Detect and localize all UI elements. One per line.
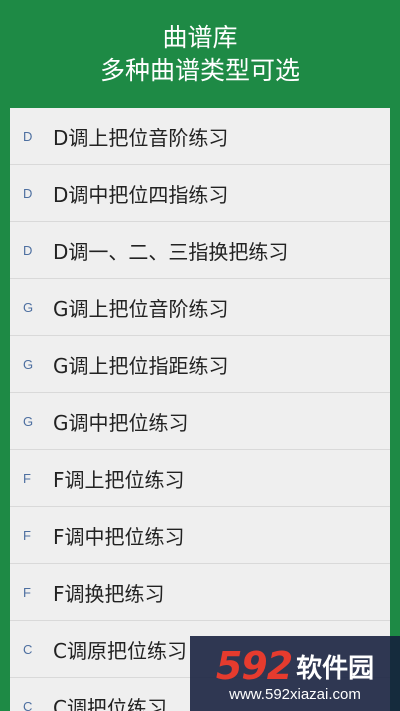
- item-title: G调上把位指距练习: [53, 353, 229, 378]
- key-label: F: [23, 470, 31, 486]
- item-title: F调上把位练习: [53, 467, 185, 492]
- key-label: C: [23, 698, 33, 711]
- item-title: D调上把位音阶练习: [53, 125, 229, 150]
- list-item[interactable]: D D调上把位音阶练习: [10, 108, 390, 165]
- item-title: D调一、二、三指换把练习: [53, 239, 289, 264]
- watermark-text: 软件园: [296, 653, 375, 684]
- watermark-logo: 592 软件园: [216, 644, 374, 688]
- key-label: G: [23, 356, 34, 372]
- list-item[interactable]: F F调上把位练习: [10, 450, 390, 507]
- item-title: F调中把位练习: [53, 524, 185, 549]
- item-title: G调中把位练习: [53, 410, 189, 435]
- item-title: C调把位练习: [53, 695, 167, 711]
- app-screen: 曲谱库 多种曲谱类型可选 D D调上把位音阶练习 D D调中把位四指练习 D D…: [0, 0, 400, 711]
- item-title: F调换把练习: [53, 581, 165, 606]
- watermark-url: www.592xiazai.com: [229, 686, 361, 703]
- header: 曲谱库 多种曲谱类型可选: [0, 0, 400, 108]
- list-item[interactable]: D D调中把位四指练习: [10, 165, 390, 222]
- key-label: D: [23, 242, 33, 258]
- key-label: F: [23, 584, 31, 600]
- list-item[interactable]: F F调换把练习: [10, 564, 390, 621]
- list-item[interactable]: G G调中把位练习: [10, 393, 390, 450]
- key-label: D: [23, 185, 33, 201]
- item-title: C调原把位练习: [53, 638, 187, 663]
- watermark-number: 592: [215, 644, 293, 688]
- page-subtitle: 多种曲谱类型可选: [99, 56, 300, 85]
- list-item[interactable]: G G调上把位指距练习: [10, 336, 390, 393]
- item-title: G调上把位音阶练习: [53, 296, 229, 321]
- list-item[interactable]: F F调中把位练习: [10, 507, 390, 564]
- item-title: D调中把位四指练习: [53, 182, 229, 207]
- key-label: C: [23, 641, 33, 657]
- key-label: D: [23, 128, 33, 144]
- score-list: D D调上把位音阶练习 D D调中把位四指练习 D D调一、二、三指换把练习 G…: [10, 108, 390, 711]
- list-item[interactable]: G G调上把位音阶练习: [10, 279, 390, 336]
- key-label: F: [23, 527, 31, 543]
- page-title: 曲谱库: [162, 23, 238, 52]
- list-item[interactable]: D D调一、二、三指换把练习: [10, 222, 390, 279]
- key-label: G: [23, 413, 34, 429]
- key-label: G: [23, 299, 34, 315]
- site-watermark: 592 软件园 www.592xiazai.com: [190, 636, 400, 711]
